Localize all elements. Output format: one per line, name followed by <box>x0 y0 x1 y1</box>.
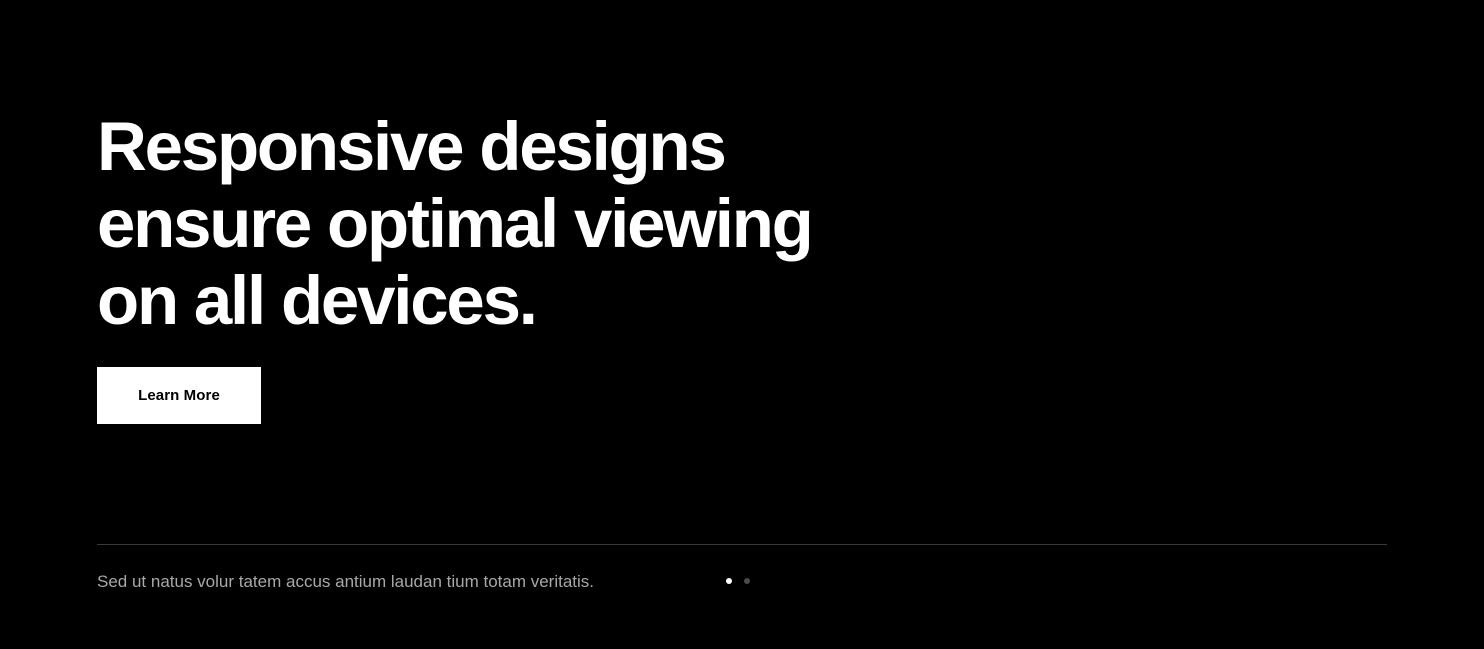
hero-title-line-2: ensure optimal viewing <box>97 185 814 262</box>
hero-title-line-3: on all devices. <box>97 262 538 339</box>
hero-title-line-1: Responsive designs <box>97 108 727 185</box>
hero-section: Responsive designs ensure optimal viewin… <box>97 108 917 339</box>
footer-divider <box>97 544 1387 545</box>
slider-pagination <box>726 578 750 584</box>
slider-dot-1[interactable] <box>726 578 732 584</box>
footer-tagline: Sed ut natus volur tatem accus antium la… <box>97 572 595 591</box>
learn-more-button[interactable]: Learn More <box>97 367 261 424</box>
slider-dot-2[interactable] <box>744 578 750 584</box>
hero-title: Responsive designs ensure optimal viewin… <box>97 108 917 339</box>
